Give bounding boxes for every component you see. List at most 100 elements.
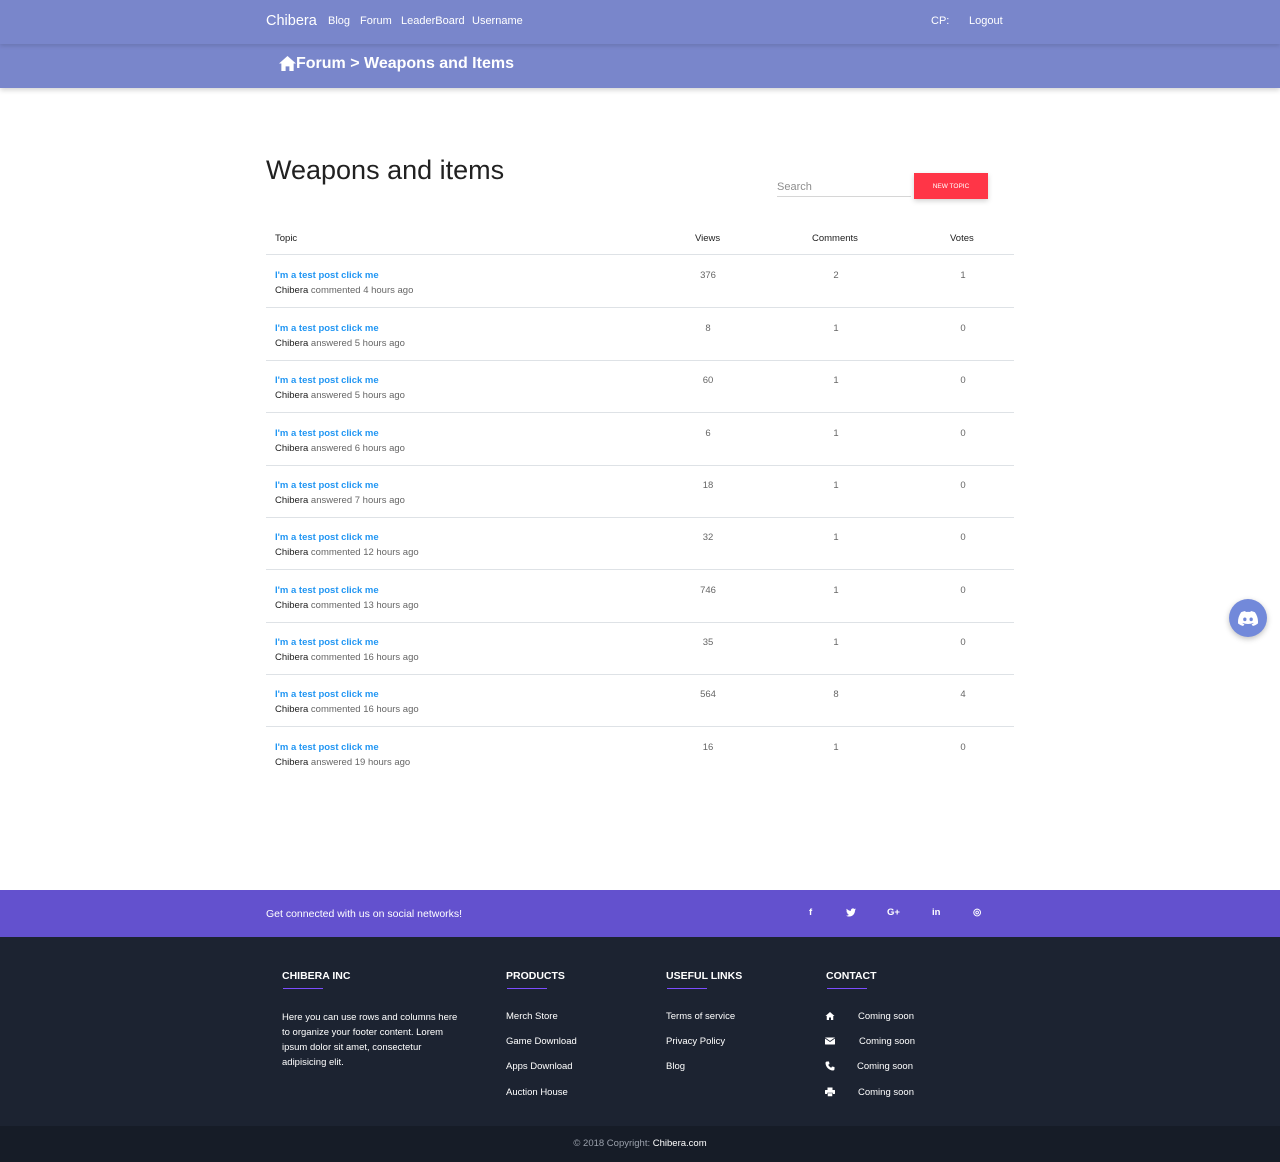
logout-link[interactable]: Logout xyxy=(969,15,1003,27)
topic-link[interactable]: I'm a test post click me xyxy=(275,742,379,753)
topic-meta: Chibera commented 13 hours ago xyxy=(275,600,419,611)
copyright-link[interactable]: Chibera.com xyxy=(653,1138,707,1149)
table-row: I'm a test post click me Chibera answere… xyxy=(266,466,1014,518)
topic-activity: commented 16 hours ago xyxy=(310,704,419,715)
topic-link[interactable]: I'm a test post click me xyxy=(275,270,379,281)
topic-link[interactable]: I'm a test post click me xyxy=(275,480,379,491)
twitter-icon[interactable] xyxy=(846,908,856,917)
instagram-icon[interactable]: ◎ xyxy=(973,907,981,918)
breadcrumb-bar xyxy=(0,44,1280,88)
footer: CHIBERA INC Here you can use rows and co… xyxy=(0,937,1280,1126)
comments-count: 1 xyxy=(833,375,839,386)
nav-link-username[interactable]: Username xyxy=(472,15,523,27)
new-topic-button[interactable]: New topic xyxy=(914,173,988,199)
topic-link[interactable]: I'm a test post click me xyxy=(275,532,379,543)
footer-link-auction-house[interactable]: Auction House xyxy=(506,1087,568,1098)
footer-heading-useful-links: USEFUL LINKS xyxy=(666,970,743,982)
topic-author[interactable]: Chibera xyxy=(275,338,308,349)
table-header: Topic Views Comments Votes xyxy=(266,221,1014,255)
views-count: 6 xyxy=(705,428,711,439)
topic-author[interactable]: Chibera xyxy=(275,495,308,506)
topic-link[interactable]: I'm a test post click me xyxy=(275,323,379,334)
heading-underline xyxy=(507,988,547,989)
views-count: 35 xyxy=(702,637,714,648)
topic-author[interactable]: Chibera xyxy=(275,285,308,296)
topic-activity: answered 5 hours ago xyxy=(310,338,405,349)
footer-heading-contact: CONTACT xyxy=(826,970,877,982)
table-row: I'm a test post click me Chibera answere… xyxy=(266,728,1014,780)
topic-link[interactable]: I'm a test post click me xyxy=(275,428,379,439)
topic-author[interactable]: Chibera xyxy=(275,600,308,611)
discord-button[interactable] xyxy=(1229,599,1267,637)
footer-link-game-download[interactable]: Game Download xyxy=(506,1036,577,1047)
topic-author[interactable]: Chibera xyxy=(275,547,308,558)
comments-count: 1 xyxy=(833,637,839,648)
footer-link-terms[interactable]: Terms of service xyxy=(666,1011,735,1022)
topic-author[interactable]: Chibera xyxy=(275,704,308,715)
topic-activity: commented 16 hours ago xyxy=(310,652,419,663)
topic-meta: Chibera commented 16 hours ago xyxy=(275,704,419,715)
views-count: 16 xyxy=(702,742,714,753)
copyright-bar: © 2018 Copyright: Chibera.com xyxy=(0,1126,1280,1162)
copyright-text: © 2018 Copyright: xyxy=(573,1138,651,1149)
topic-link[interactable]: I'm a test post click me xyxy=(275,585,379,596)
footer-link-merch-store[interactable]: Merch Store xyxy=(506,1011,558,1022)
views-count: 32 xyxy=(702,532,714,543)
nav-link-leaderboard[interactable]: LeaderBoard xyxy=(401,15,465,27)
footer-heading-products: PRODUCTS xyxy=(506,970,565,982)
facebook-icon[interactable]: f xyxy=(809,907,812,918)
votes-count: 1 xyxy=(960,270,966,281)
votes-count: 0 xyxy=(960,375,966,386)
comments-count: 1 xyxy=(833,480,839,491)
topic-link[interactable]: I'm a test post click me xyxy=(275,637,379,648)
home-icon[interactable] xyxy=(278,55,297,72)
breadcrumb[interactable]: Forum > Weapons and Items xyxy=(296,55,514,73)
heading-underline xyxy=(283,988,323,989)
linkedin-icon[interactable]: in xyxy=(932,907,940,918)
topic-author[interactable]: Chibera xyxy=(275,390,308,401)
social-tagline: Get connected with us on social networks… xyxy=(266,908,463,920)
topic-meta: Chibera answered 6 hours ago xyxy=(275,443,405,454)
footer-link-apps-download[interactable]: Apps Download xyxy=(506,1061,573,1072)
views-count: 746 xyxy=(700,585,716,596)
page-title: Weapons and items xyxy=(266,155,505,185)
print-icon xyxy=(825,1087,835,1097)
votes-count: 0 xyxy=(960,637,966,648)
footer-heading-company: CHIBERA INC xyxy=(282,970,351,982)
comments-count: 1 xyxy=(833,532,839,543)
comments-count: 1 xyxy=(833,585,839,596)
header-comments: Comments xyxy=(812,233,858,244)
contact-email: Coming soon xyxy=(859,1036,915,1047)
social-bar: Get connected with us on social networks… xyxy=(0,890,1280,937)
comments-count: 1 xyxy=(833,742,839,753)
cp-label: CP: xyxy=(931,15,950,27)
views-count: 60 xyxy=(702,375,714,386)
votes-count: 0 xyxy=(960,480,966,491)
topic-meta: Chibera answered 19 hours ago xyxy=(275,757,410,768)
topic-author[interactable]: Chibera xyxy=(275,652,308,663)
footer-link-blog[interactable]: Blog xyxy=(666,1061,685,1072)
heading-underline xyxy=(667,988,707,989)
topic-activity: answered 7 hours ago xyxy=(310,495,405,506)
contact-address: Coming soon xyxy=(858,1011,914,1022)
topic-link[interactable]: I'm a test post click me xyxy=(275,689,379,700)
table-row: I'm a test post click me Chibera answere… xyxy=(266,309,1014,361)
nav-link-forum[interactable]: Forum xyxy=(360,15,392,27)
views-count: 18 xyxy=(702,480,714,491)
topic-activity: commented 13 hours ago xyxy=(310,600,419,611)
header-topic: Topic xyxy=(275,233,298,244)
votes-count: 0 xyxy=(960,742,966,753)
topic-author[interactable]: Chibera xyxy=(275,757,308,768)
footer-link-privacy[interactable]: Privacy Policy xyxy=(666,1036,725,1047)
topic-author[interactable]: Chibera xyxy=(275,443,308,454)
contact-phone: Coming soon xyxy=(857,1061,913,1072)
votes-count: 0 xyxy=(960,532,966,543)
google-plus-icon[interactable]: G+ xyxy=(887,907,900,918)
discord-icon xyxy=(1238,610,1258,626)
search-input[interactable] xyxy=(777,178,911,197)
views-count: 564 xyxy=(700,689,716,700)
brand-logo[interactable]: Chibera xyxy=(266,13,317,29)
topic-link[interactable]: I'm a test post click me xyxy=(275,375,379,386)
header-votes: Votes xyxy=(950,233,974,244)
nav-link-blog[interactable]: Blog xyxy=(328,15,350,27)
